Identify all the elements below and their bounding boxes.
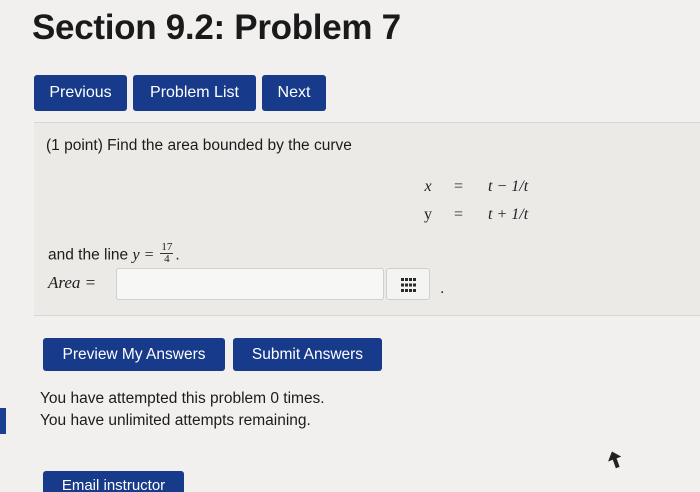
attempts-count-text: You have attempted this problem 0 times. — [40, 390, 325, 407]
equation-x-equals: = — [454, 178, 464, 195]
area-answer-input[interactable] — [116, 268, 384, 300]
grid-icon — [401, 278, 416, 292]
line-prefix: and the line — [48, 246, 133, 264]
preview-answers-button[interactable]: Preview My Answers — [43, 338, 225, 371]
equation-editor-button[interactable] — [386, 268, 430, 300]
equation-x-var: x — [424, 178, 432, 195]
equation-y-equals: = — [454, 206, 464, 223]
line-fraction: 17 4 — [160, 242, 174, 265]
line-statement: and the line y = 17 4. — [48, 242, 180, 267]
attempts-remaining-text: You have unlimited attempts remaining. — [40, 412, 311, 429]
equation-x-rhs: t − 1/t — [488, 178, 529, 195]
equation-y-rhs: t + 1/t — [488, 206, 529, 223]
submit-answers-button[interactable]: Submit Answers — [233, 338, 382, 371]
previous-button[interactable]: Previous — [34, 75, 127, 111]
area-label: Area = — [48, 273, 97, 292]
line-math: y = — [132, 246, 159, 264]
email-instructor-button[interactable]: Email instructor — [43, 471, 184, 492]
fraction-denominator: 4 — [164, 253, 170, 265]
cursor-icon — [608, 451, 622, 469]
problem-list-button[interactable]: Problem List — [133, 75, 256, 111]
next-button[interactable]: Next — [262, 75, 326, 111]
equation-y-var: y — [424, 206, 432, 223]
trailing-dot: . — [440, 280, 445, 297]
left-edge-marker — [0, 408, 6, 434]
line-suffix: . — [175, 246, 180, 264]
page-title: Section 9.2: Problem 7 — [32, 8, 401, 47]
problem-statement: (1 point) Find the area bounded by the c… — [46, 137, 352, 154]
